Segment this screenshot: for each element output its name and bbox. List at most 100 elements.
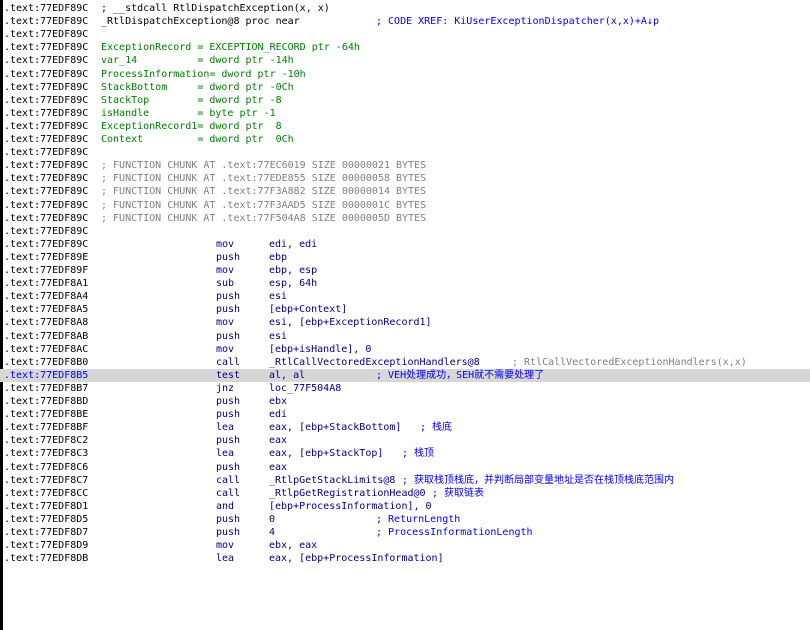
- instruction-mnemonic: push: [216, 435, 241, 447]
- listing-line[interactable]: .text:77EDF89C isHandle = byte ptr -1: [0, 107, 810, 120]
- listing-line[interactable]: .text:77EDF89C ; FUNCTION CHUNK AT .text:…: [0, 199, 810, 212]
- instruction-operands[interactable]: eax: [269, 434, 287, 447]
- instruction-operands[interactable]: [ebp+ProcessInformation], 0: [269, 500, 432, 513]
- instruction-mnemonic: lea: [216, 553, 235, 565]
- line-address: .text:77EDF8D1: [4, 500, 89, 512]
- line-address: .text:77EDF89C: [4, 173, 89, 185]
- instruction-operands[interactable]: ebx: [269, 395, 287, 408]
- line-label: isHandle = byte ptr -1: [101, 107, 276, 119]
- instruction-operands[interactable]: eax: [269, 461, 287, 474]
- instruction-operands[interactable]: _RtlCallVectoredExceptionHandlers@8: [269, 356, 480, 369]
- instruction-operands[interactable]: esi: [269, 330, 287, 343]
- listing-line[interactable]: .text:77EDF89E push ebp: [0, 251, 810, 264]
- listing-line[interactable]: .text:77EDF8D9 mov ebx, eax: [0, 539, 810, 552]
- listing-line[interactable]: .text:77EDF8DB lea eax, [ebp+ProcessInform…: [0, 552, 810, 565]
- listing-line-selected[interactable]: .text:77EDF8B5 test al, al ; VEH处理成功，SEH就不需…: [0, 368, 810, 382]
- instruction-operands[interactable]: edi, edi: [269, 238, 317, 251]
- line-comment: ; ProcessInformationLength: [376, 527, 533, 538]
- listing-line[interactable]: .text:77EDF89C ExceptionRecord = EXCEPTIO…: [0, 41, 810, 54]
- line-label: StackBottom = dword ptr -0Ch: [101, 81, 294, 93]
- instruction-operands[interactable]: esi: [269, 290, 287, 303]
- listing-line[interactable]: .text:77EDF8C2 push eax: [0, 434, 810, 447]
- instruction-mnemonic: and: [216, 500, 235, 512]
- instruction-mnemonic: push: [216, 330, 241, 342]
- instruction-operands[interactable]: [ebp+Context]: [269, 303, 347, 316]
- instruction-operands[interactable]: eax, [ebp+StackTop]: [269, 447, 383, 460]
- listing-line[interactable]: .text:77EDF8D5 push 0 ; ReturnLength: [0, 513, 810, 526]
- line-label: _RtlDispatchException@8 proc near: [101, 16, 300, 28]
- listing-line[interactable]: .text:77EDF89C: [0, 225, 810, 238]
- instruction-operands[interactable]: _RtlpGetRegistrationHead@0: [269, 487, 426, 500]
- instruction-operands[interactable]: esp, 64h: [269, 277, 317, 290]
- listing-line[interactable]: .text:77EDF8BF lea eax, [ebp+StackBottom];…: [0, 421, 810, 434]
- listing-line[interactable]: .text:77EDF8CC call _RtlpGetRegistrationHe…: [0, 487, 810, 500]
- listing-line[interactable]: .text:77EDF89C _RtlDispatchException@8 pr…: [0, 15, 810, 28]
- listing-line[interactable]: .text:77EDF8A8 mov esi, [ebp+ExceptionReco…: [0, 316, 810, 329]
- listing-line[interactable]: .text:77EDF8D7 push 4 ; ProcessInformationL…: [0, 526, 810, 539]
- instruction-operands[interactable]: 4: [269, 526, 275, 539]
- listing-line[interactable]: .text:77EDF89C var_14 = dword ptr -14h: [0, 54, 810, 67]
- line-address: .text:77EDF89C: [4, 160, 89, 172]
- listing-line[interactable]: .text:77EDF89C mov edi, edi: [0, 238, 810, 251]
- instruction-operands[interactable]: eax, [ebp+ProcessInformation]: [269, 552, 444, 565]
- line-comment: ; CODE XREF: KiUserExceptionDispatcher(x…: [376, 16, 659, 28]
- line-address: .text:77EDF8BF: [4, 422, 89, 434]
- line-address: .text:77EDF8A4: [4, 291, 89, 303]
- listing-line[interactable]: .text:77EDF89C ProcessInformation= dword …: [0, 68, 810, 81]
- listing-line[interactable]: .text:77EDF89C: [0, 28, 810, 41]
- listing-line[interactable]: .text:77EDF8C6 push eax: [0, 461, 810, 474]
- instruction-mnemonic: push: [216, 291, 241, 303]
- line-address: .text:77EDF8B7: [4, 382, 89, 394]
- listing-line[interactable]: .text:77EDF89C ; FUNCTION CHUNK AT .text:…: [0, 159, 810, 172]
- listing-line[interactable]: .text:77EDF89C ; FUNCTION CHUNK AT .text:…: [0, 185, 810, 198]
- listing-line[interactable]: .text:77EDF8BD push ebx: [0, 395, 810, 408]
- listing-line[interactable]: .text:77EDF89F mov ebp, esp: [0, 264, 810, 277]
- instruction-operands[interactable]: 0: [269, 513, 275, 526]
- listing-line[interactable]: .text:77EDF8C7 call _RtlpGetStackLimits@8;…: [0, 474, 810, 487]
- listing-line[interactable]: .text:77EDF89C ; __stdcall RtlDispatchExc…: [0, 2, 810, 15]
- line-address: .text:77EDF89C: [4, 3, 89, 14]
- listing-line[interactable]: .text:77EDF8AC mov [ebp+isHandle], 0: [0, 343, 810, 356]
- instruction-mnemonic: jnz: [216, 382, 235, 394]
- line-address: .text:77EDF8C7: [4, 474, 89, 486]
- instruction-operands[interactable]: ebp: [269, 251, 287, 264]
- listing-line[interactable]: .text:77EDF89C: [0, 146, 810, 159]
- line-address: .text:77EDF8A5: [4, 304, 89, 316]
- instruction-mnemonic: push: [216, 251, 241, 263]
- listing-line[interactable]: .text:77EDF8A1 sub esp, 64h: [0, 277, 810, 290]
- line-address: .text:77EDF89C: [4, 186, 89, 198]
- instruction-operands[interactable]: ebp, esp: [269, 264, 317, 277]
- listing-line[interactable]: .text:77EDF8C3 lea eax, [ebp+StackTop] ; 栈顶: [0, 447, 810, 460]
- instruction-mnemonic: call: [216, 487, 241, 499]
- line-label: ; FUNCTION CHUNK AT .text:77EDE855 SIZE …: [101, 173, 427, 185]
- instruction-operands[interactable]: esi, [ebp+ExceptionRecord1]: [269, 316, 432, 329]
- line-label: Context = dword ptr 0Ch: [101, 134, 294, 145]
- listing-line[interactable]: .text:77EDF8BE push edi: [0, 408, 810, 421]
- instruction-operands[interactable]: _RtlpGetStackLimits@8: [269, 474, 395, 487]
- listing-line[interactable]: .text:77EDF89C Context = dword ptr 0Ch: [0, 133, 810, 146]
- listing-line[interactable]: .text:77EDF89C StackBottom = dword ptr -0…: [0, 81, 810, 94]
- line-comment: ; 栈顶: [402, 448, 435, 460]
- instruction-operands[interactable]: loc_77F504A8: [269, 382, 341, 395]
- listing-line[interactable]: .text:77EDF8B0 call _RtlCallVectoredExcept…: [0, 356, 810, 369]
- disassembly-view[interactable]: .text:77EDF89C ; __stdcall RtlDispatchExc…: [0, 0, 810, 630]
- line-address: .text:77EDF8AC: [4, 343, 89, 355]
- instruction-operands[interactable]: [ebp+isHandle], 0: [269, 343, 371, 356]
- listing-line[interactable]: .text:77EDF8AB push esi: [0, 330, 810, 343]
- instruction-mnemonic: lea: [216, 422, 235, 434]
- listing-line[interactable]: .text:77EDF89C ExceptionRecord1= dword pt…: [0, 120, 810, 133]
- listing-line[interactable]: .text:77EDF8A5 push [ebp+Context]: [0, 303, 810, 316]
- listing-line[interactable]: .text:77EDF89C ; FUNCTION CHUNK AT .text:…: [0, 172, 810, 185]
- instruction-operands[interactable]: eax, [ebp+StackBottom]: [269, 421, 401, 434]
- instruction-operands[interactable]: edi: [269, 408, 287, 421]
- listing-line[interactable]: .text:77EDF8A4 push esi: [0, 290, 810, 303]
- listing-line[interactable]: .text:77EDF89C ; FUNCTION CHUNK AT .text:…: [0, 212, 810, 225]
- instruction-operands[interactable]: ebx, eax: [269, 539, 317, 552]
- listing-line[interactable]: .text:77EDF8D1 and [ebp+ProcessInformation…: [0, 500, 810, 513]
- line-address: .text:77EDF8D5: [4, 513, 89, 525]
- instruction-mnemonic: call: [216, 474, 241, 486]
- instruction-operands[interactable]: al, al: [269, 369, 305, 382]
- listing-line[interactable]: .text:77EDF89C StackTop = dword ptr -8: [0, 94, 810, 107]
- line-address: .text:77EDF89C: [4, 212, 89, 224]
- listing-line[interactable]: .text:77EDF8B7 jnz loc_77F504A8: [0, 382, 810, 395]
